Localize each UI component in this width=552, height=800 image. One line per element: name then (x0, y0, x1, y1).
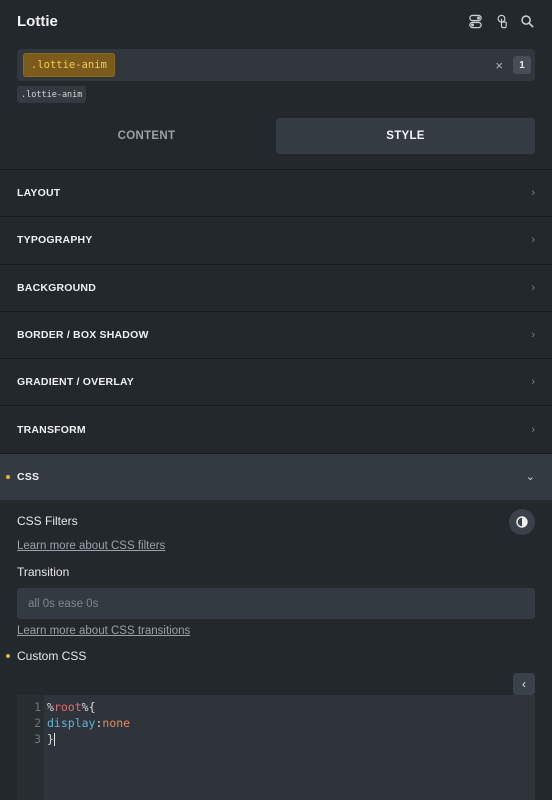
css-filters-link[interactable]: Learn more about CSS filters (17, 540, 165, 552)
css-filters-label: CSS Filters (17, 514, 78, 528)
chevron-right-icon: › (531, 281, 535, 294)
section-label: BORDER / BOX SHADOW (17, 329, 149, 342)
selector-count-badge[interactable]: 1 (513, 56, 531, 74)
custom-css-editor[interactable]: 1 2 3 %root%{ display:none } (17, 695, 535, 800)
active-class-chip[interactable]: .lottie-anim (23, 53, 115, 77)
section-layout[interactable]: LAYOUT › (0, 169, 552, 216)
class-tag[interactable]: .lottie-anim (17, 86, 87, 103)
section-label: GRADIENT / OVERLAY (17, 376, 134, 389)
custom-css-label: Custom CSS (17, 649, 87, 663)
style-sections: LAYOUT › TYPOGRAPHY › BACKGROUND › BORDE… (0, 169, 552, 501)
chevron-right-icon: › (531, 187, 535, 200)
header-actions (467, 13, 535, 29)
section-label: CSS (17, 470, 40, 483)
touch-icon[interactable] (493, 13, 509, 29)
tab-style[interactable]: STYLE (276, 118, 535, 154)
panel-tabs: CONTENT STYLE (17, 118, 535, 154)
toggle-icon[interactable] (467, 13, 483, 29)
line-number: 2 (34, 716, 41, 730)
chevron-left-icon[interactable]: ‹ (513, 673, 535, 695)
section-label: TRANSFORM (17, 423, 86, 436)
transition-label: Transition (17, 565, 70, 579)
chevron-right-icon: › (531, 329, 535, 342)
search-icon[interactable] (519, 13, 535, 29)
class-selector-input[interactable]: .lottie-anim × 1 (17, 49, 535, 81)
code-line: %root%{ (47, 700, 96, 714)
contrast-icon[interactable] (509, 509, 535, 535)
code-line: } (47, 732, 55, 746)
section-background[interactable]: BACKGROUND › (0, 263, 552, 311)
transition-input[interactable] (17, 588, 535, 619)
tab-content[interactable]: CONTENT (17, 118, 276, 154)
text-cursor (53, 733, 55, 746)
panel-title: Lottie (17, 12, 58, 30)
css-transitions-link[interactable]: Learn more about CSS transitions (17, 625, 190, 637)
section-gradient-overlay[interactable]: GRADIENT / OVERLAY › (0, 358, 552, 405)
section-css[interactable]: CSS ⌄ (0, 452, 552, 501)
section-label: TYPOGRAPHY (17, 234, 93, 247)
section-label: LAYOUT (17, 187, 61, 200)
section-typography[interactable]: TYPOGRAPHY › (0, 216, 552, 263)
chevron-right-icon: › (531, 423, 535, 436)
section-border-box-shadow[interactable]: BORDER / BOX SHADOW › (0, 310, 552, 358)
code-line: display:none (47, 716, 131, 730)
modified-indicator (6, 474, 10, 479)
chevron-right-icon: › (531, 376, 535, 389)
modified-indicator (6, 654, 10, 658)
section-label: BACKGROUND (17, 281, 96, 294)
line-number: 3 (34, 732, 41, 746)
chevron-down-icon: ⌄ (525, 471, 535, 484)
panel-header: Lottie (0, 0, 552, 42)
section-transform[interactable]: TRANSFORM › (0, 405, 552, 452)
chevron-right-icon: › (531, 234, 535, 247)
clear-selector-icon[interactable]: × (495, 58, 503, 73)
line-number: 1 (34, 700, 41, 714)
